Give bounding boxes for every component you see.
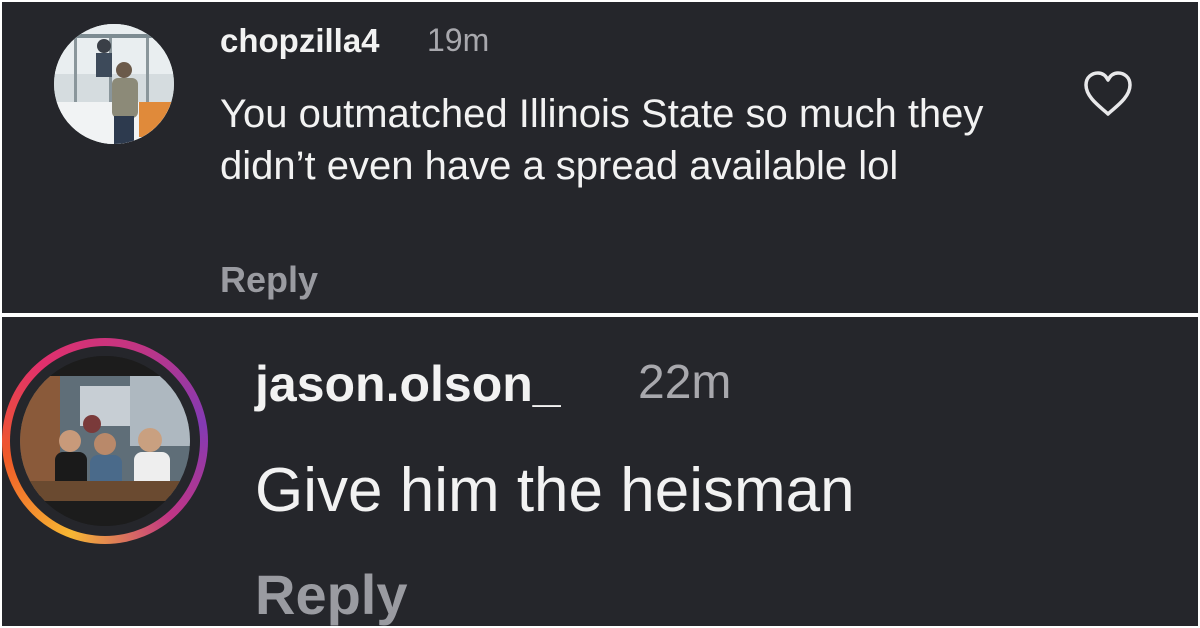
timestamp: 19m <box>427 22 490 58</box>
timestamp: 22m <box>638 356 732 409</box>
avatar[interactable] <box>20 356 190 526</box>
heart-icon[interactable] <box>1082 70 1134 118</box>
username[interactable]: jason.olson_ <box>255 355 561 413</box>
avatar-photo <box>54 24 174 144</box>
avatar[interactable] <box>54 24 174 144</box>
comment-jason-olson: jason.olson_ 22m Give him the heisman Re… <box>2 317 1198 626</box>
comment-text: You outmatched Illinois State so much th… <box>220 92 984 188</box>
reply-button[interactable]: Reply <box>255 562 408 626</box>
avatar-photo <box>20 356 190 526</box>
username[interactable]: chopzilla4 <box>220 22 380 60</box>
comment-text: Give him the heisman <box>255 456 855 525</box>
comment-chopzilla4: chopzilla4 19m You outmatched Illinois S… <box>2 2 1198 313</box>
reply-button[interactable]: Reply <box>220 259 318 301</box>
